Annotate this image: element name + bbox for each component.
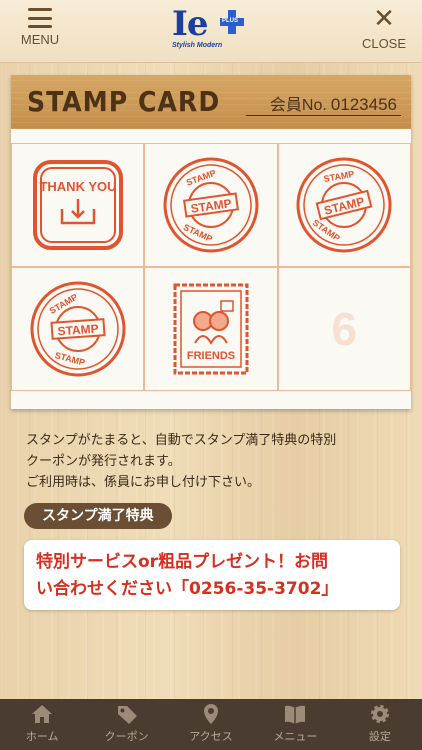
hamburger-icon — [28, 8, 52, 28]
reward-box: 特別サービスor粗品プレゼント！お問 い合わせください「0256-35-3702… — [24, 540, 400, 610]
svg-text:STAMP: STAMP — [182, 222, 214, 244]
friends-stamp-icon: FRIENDS — [173, 283, 249, 375]
tab-access[interactable]: アクセス — [169, 699, 253, 750]
reward-text-line1: 特別サービスor粗品プレゼント！お問 — [36, 552, 329, 572]
map-pin-icon — [204, 704, 219, 724]
close-icon: ✕ — [373, 4, 395, 34]
gear-icon — [370, 705, 389, 723]
reward-text-line2: い合わせください「0256-35-3702」 — [36, 579, 339, 599]
menu-label: MENU — [20, 32, 60, 47]
stamp-grid: THANK YOU STAMP STAMP STAMP STAMP STAMP … — [11, 143, 411, 391]
plus-icon: PLUS — [220, 10, 244, 34]
stamp-card-title: STAMP CARD — [27, 85, 221, 118]
stamp-icon: STAMP STAMP STAMP — [163, 157, 259, 253]
home-icon — [32, 705, 53, 723]
logo-subtitle: Stylish Modern — [172, 42, 223, 49]
stamp-card: STAMP CARD 会員No.0123456 THANK YOU STAMP — [11, 75, 411, 409]
svg-text:FRIENDS: FRIENDS — [187, 350, 235, 362]
stamp-cell: STAMP STAMP STAMP — [277, 143, 411, 267]
svg-text:STAMP: STAMP — [57, 322, 99, 339]
stamp-cell: STAMP STAMP STAMP — [144, 143, 278, 267]
stamp-slot-number: 6 — [331, 303, 358, 355]
member-number: 会員No. 0123456 — [269, 95, 397, 114]
stamp-cell-friends: FRIENDS — [144, 267, 278, 391]
tab-settings[interactable]: 設定 — [338, 699, 422, 750]
stamp-cell: STAMP STAMP STAMP — [11, 267, 145, 391]
tab-menu[interactable]: メニュー — [253, 699, 337, 750]
stamp-icon: STAMP STAMP STAMP — [30, 281, 126, 377]
book-icon — [285, 705, 306, 724]
tag-icon — [117, 706, 137, 724]
stamp-cell-empty: 6 — [277, 267, 411, 391]
menu-button[interactable]: MENU — [10, 8, 70, 47]
tab-home[interactable]: ホーム — [0, 699, 84, 750]
stamp-icon: STAMP STAMP STAMP — [296, 157, 392, 253]
stamp-cell-thank-you: THANK YOU — [11, 143, 145, 267]
stamp-description: スタンプがたまると、自動でスタンプ満了特典の特別 クーポンが発行されます。 ご利… — [26, 433, 337, 490]
thank-you-stamp-icon: THANK YOU — [32, 160, 123, 250]
close-label: CLOSE — [361, 36, 407, 51]
brand-logo: Ie PLUS Stylish Modern — [168, 4, 254, 56]
logo-text: Ie — [172, 4, 209, 44]
svg-text:STAMP: STAMP — [323, 169, 355, 184]
svg-text:THANK YOU: THANK YOU — [39, 179, 116, 194]
reward-label: スタンプ満了特典 — [24, 503, 172, 529]
stamp-card-header: STAMP CARD 会員No. 0123456 — [11, 75, 411, 129]
svg-text:STAMP: STAMP — [53, 350, 85, 368]
app-header: MENU Ie PLUS Stylish Modern ✕ CLOSE — [0, 0, 422, 63]
close-button[interactable]: ✕ CLOSE — [354, 4, 414, 51]
tab-coupon[interactable]: クーポン — [84, 699, 168, 750]
bottom-tab-bar: ホーム クーポン アクセス メニュー 設定 — [0, 699, 422, 750]
